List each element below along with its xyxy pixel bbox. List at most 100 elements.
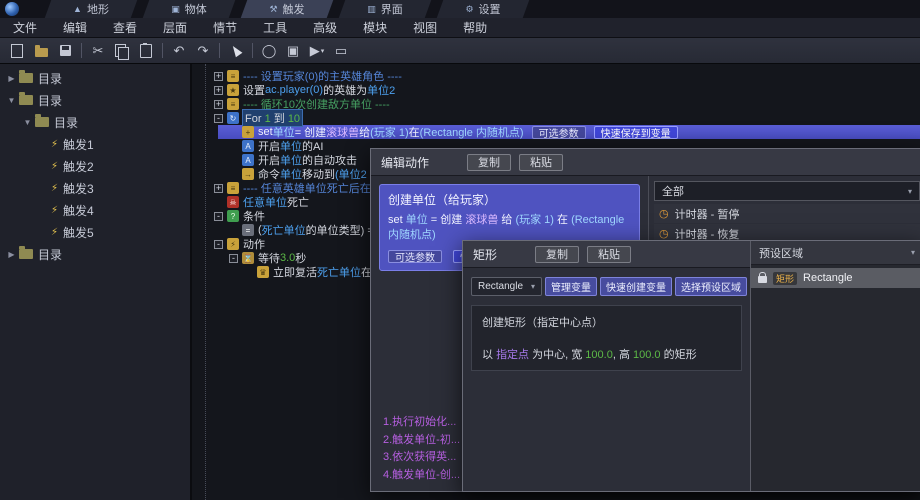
menu-plot[interactable]: 情节 [200, 18, 250, 37]
sidebar-item-folder-2[interactable]: ▼目录 [0, 89, 190, 111]
collapse-arrow-icon[interactable]: ▼ [6, 96, 17, 105]
open-project-button[interactable] [29, 40, 53, 61]
filter-value: 全部 [662, 183, 684, 199]
toolbar-separator [219, 43, 220, 58]
sidebar-item-folder-3[interactable]: ▼ 目录 [0, 111, 190, 133]
app-logo-icon[interactable] [5, 2, 19, 16]
copy-button[interactable]: 复制 [467, 154, 511, 171]
sidebar-item-label: 目录 [54, 114, 78, 131]
comment-icon: ≡ [227, 98, 239, 110]
rectangle-select-dropdown[interactable]: Rectangle ▾ [471, 277, 542, 296]
menu-layer[interactable]: 层面 [150, 18, 200, 37]
undo-button[interactable]: ↶ [167, 40, 191, 61]
menu-module[interactable]: 模块 [350, 18, 400, 37]
condition-icon: ? [227, 210, 239, 222]
expand-toggle[interactable]: + [214, 86, 223, 95]
toolbar-separator [252, 43, 253, 58]
menu-edit[interactable]: 编辑 [50, 18, 100, 37]
expand-arrow-icon[interactable]: ▶ [6, 74, 17, 83]
layout-button[interactable]: ▭ [329, 40, 353, 61]
pointer-button[interactable] [224, 40, 248, 61]
expand-toggle[interactable]: + [214, 184, 223, 193]
action-type-item[interactable]: ◷计时器 - 暂停 [654, 204, 920, 223]
sidebar-item-folder-1[interactable]: ▶目录 [0, 67, 190, 89]
move-icon: → [242, 168, 254, 180]
menu-file[interactable]: 文件 [0, 18, 50, 37]
rectangle-dialog-main: 矩形 复制 粘贴 Rectangle ▾ 管理变量 快速创建变量 选择预设区域 … [463, 241, 751, 491]
shape-button[interactable]: ◯ [257, 40, 281, 61]
paste-button[interactable]: 粘贴 [519, 154, 563, 171]
settings-icon: ⚙ [465, 4, 473, 15]
trigger-tree-row[interactable]: +≡---- 设置玩家(0)的主英雄角色 ---- [192, 69, 920, 83]
menu-help[interactable]: 帮助 [450, 18, 500, 37]
new-file-button[interactable] [5, 40, 29, 61]
sidebar-item-folder-4[interactable]: ▶ 目录 [0, 243, 190, 265]
context-line: 3.依次获得英... [383, 449, 460, 467]
tab-settings[interactable]: ⚙设置 [437, 0, 529, 18]
function-title: 创建矩形（指定中心点） [482, 314, 731, 330]
optional-params-button[interactable]: 可选参数 [532, 126, 586, 139]
model-button[interactable]: ▣ [281, 40, 305, 61]
collapse-toggle[interactable]: - [214, 212, 223, 221]
terrain-icon: ▲ [73, 4, 82, 14]
chevron-down-icon: ▾ [908, 187, 912, 196]
run-button[interactable]: ▶▾ [305, 40, 329, 61]
function-description-box: 创建矩形（指定中心点） 以 指定点 为中心, 宽 100.0, 高 100.0 … [471, 305, 742, 371]
trigger-tree-row[interactable]: +★设置 ac.player(0) 的英雄为 单位2 [192, 83, 920, 97]
trigger-tree-row[interactable]: -↻For 1 到 10 [192, 111, 920, 125]
function-signature: 以 指定点 为中心, 宽 100.0, 高 100.0 的矩形 [482, 346, 731, 362]
paste-button[interactable]: 粘贴 [587, 246, 631, 263]
ui-icon: ▥ [367, 4, 376, 15]
folder-icon [35, 117, 49, 127]
quick-save-variable-button[interactable]: 快速保存到变量 [594, 126, 678, 139]
selected-rectangle-value: Rectangle [478, 281, 523, 292]
sidebar-item-trigger-5[interactable]: ⚡触发5 [0, 221, 190, 243]
preset-area-item[interactable]: 矩形 Rectangle [751, 268, 920, 288]
menu-tools[interactable]: 工具 [250, 18, 300, 37]
redo-button[interactable]: ↷ [191, 40, 215, 61]
save-icon [60, 45, 71, 56]
rectangle-toolbar: Rectangle ▾ 管理变量 快速创建变量 选择预设区域 [463, 268, 750, 296]
expand-toggle[interactable]: + [214, 100, 223, 109]
action-filter-dropdown[interactable]: 全部 ▾ [654, 181, 920, 201]
expand-arrow-icon[interactable]: ▶ [6, 250, 17, 259]
editor-window: ▲地形 ▣物体 ⚒触发 ▥界面 ⚙设置 文件编辑查看层面情节工具高级模块视图帮助 ✂ ↶↷… [0, 0, 920, 500]
chevron-down-icon: ▾ [911, 248, 915, 257]
optional-params-button[interactable]: 可选参数 [388, 250, 442, 263]
expand-toggle[interactable]: + [214, 72, 223, 81]
trigger-tree-row[interactable]: +≡---- 循环10次创建敌方单位 ---- [192, 97, 920, 111]
preset-name: Rectangle [803, 272, 853, 284]
pointer-icon [230, 44, 243, 58]
timer-icon: ◷ [659, 207, 669, 220]
sidebar-item-trigger-4[interactable]: ⚡触发4 [0, 199, 190, 221]
revive-icon: ♛ [257, 266, 269, 278]
quick-create-variable-button[interactable]: 快速创建变量 [600, 277, 672, 296]
tab-terrain[interactable]: ▲地形 [45, 0, 137, 18]
collapse-toggle[interactable]: - [214, 114, 223, 123]
collapse-toggle[interactable]: - [214, 240, 223, 249]
tab-ui[interactable]: ▥界面 [339, 0, 431, 18]
sidebar-item-label: 触发3 [63, 180, 94, 197]
tab-object[interactable]: ▣物体 [143, 0, 235, 18]
folder-icon [19, 73, 33, 83]
sidebar-item-trigger-2[interactable]: ⚡触发2 [0, 155, 190, 177]
collapse-toggle[interactable]: - [229, 254, 238, 263]
menu-advanced[interactable]: 高级 [300, 18, 350, 37]
save-button[interactable] [53, 40, 77, 61]
create-unit-icon: + [242, 126, 254, 138]
copy-button[interactable]: 复制 [535, 246, 579, 263]
choose-preset-area-button[interactable]: 选择预设区域 [675, 277, 747, 296]
copy-button[interactable] [110, 40, 134, 61]
sidebar-item-label: 目录 [38, 246, 62, 263]
sidebar-item-trigger-3[interactable]: ⚡触发3 [0, 177, 190, 199]
sidebar-item-trigger-1[interactable]: ⚡触发1 [0, 133, 190, 155]
menu-viewport[interactable]: 视图 [400, 18, 450, 37]
preset-area-header[interactable]: 预设区域 ▾ [751, 241, 920, 265]
menu-view[interactable]: 查看 [100, 18, 150, 37]
cut-button[interactable]: ✂ [86, 40, 110, 61]
manage-variables-button[interactable]: 管理变量 [545, 277, 597, 296]
collapse-arrow-icon[interactable]: ▼ [22, 118, 33, 127]
trigger-tree-row[interactable]: +set 单位 = 创建 滚球兽 给 (玩家 1) 在 (Rectangle 内… [218, 125, 920, 139]
paste-button[interactable] [134, 40, 158, 61]
tab-trigger[interactable]: ⚒触发 [241, 0, 333, 18]
